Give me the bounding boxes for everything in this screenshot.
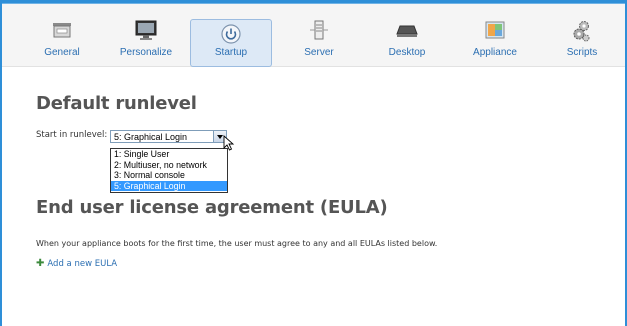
toolbar: General Personalize Startup Server Deskt… <box>2 4 625 67</box>
tab-personalize[interactable]: Personalize <box>106 16 186 62</box>
tab-label: Appliance <box>473 47 517 58</box>
tab-startup[interactable]: Startup <box>190 19 272 67</box>
tab-scripts[interactable]: Scripts <box>542 16 622 62</box>
tab-label: Scripts <box>566 47 598 58</box>
runlevel-selected-value: 5: Graphical Login <box>114 132 188 142</box>
gears-icon <box>571 19 593 46</box>
tab-general[interactable]: General <box>22 16 102 62</box>
app-window: General Personalize Startup Server Deskt… <box>2 3 625 326</box>
runlevel-heading: Default runlevel <box>36 93 197 114</box>
mouse-cursor-icon <box>223 134 235 155</box>
add-eula-label: Add a new EULA <box>47 259 118 269</box>
runlevel-option-graphical-login[interactable]: 5: Graphical Login <box>111 180 227 191</box>
tab-label: Personalize <box>119 47 173 58</box>
monitor-icon <box>134 19 158 44</box>
desktop-icon <box>395 19 419 44</box>
runlevel-dropdown-list: 1: Single User 2: Multiuser, no network … <box>110 148 228 193</box>
tab-label: Startup <box>214 47 248 58</box>
tab-label: General <box>44 47 80 58</box>
runlevel-label: Start in runlevel: <box>36 130 108 140</box>
runlevel-option-normal-console[interactable]: 3: Normal console <box>111 170 227 181</box>
runlevel-option-multiuser[interactable]: 2: Multiuser, no network <box>111 160 227 171</box>
add-eula-link[interactable]: ✚ Add a new EULA <box>36 258 117 269</box>
power-icon <box>220 23 242 48</box>
plus-icon: ✚ <box>36 258 45 269</box>
runlevel-select[interactable]: 5: Graphical Login <box>110 130 227 143</box>
eula-heading: End user license agreement (EULA) <box>36 197 388 218</box>
server-icon <box>308 19 330 44</box>
tab-label: Desktop <box>388 47 426 58</box>
tab-desktop[interactable]: Desktop <box>367 16 447 62</box>
appliance-icon <box>484 19 506 44</box>
runlevel-option-single-user[interactable]: 1: Single User <box>111 149 227 160</box>
tab-appliance[interactable]: Appliance <box>455 16 535 62</box>
tab-label: Server <box>304 47 334 58</box>
general-icon <box>51 19 73 44</box>
tab-server[interactable]: Server <box>279 16 359 62</box>
eula-description: When your appliance boots for the first … <box>36 239 438 248</box>
